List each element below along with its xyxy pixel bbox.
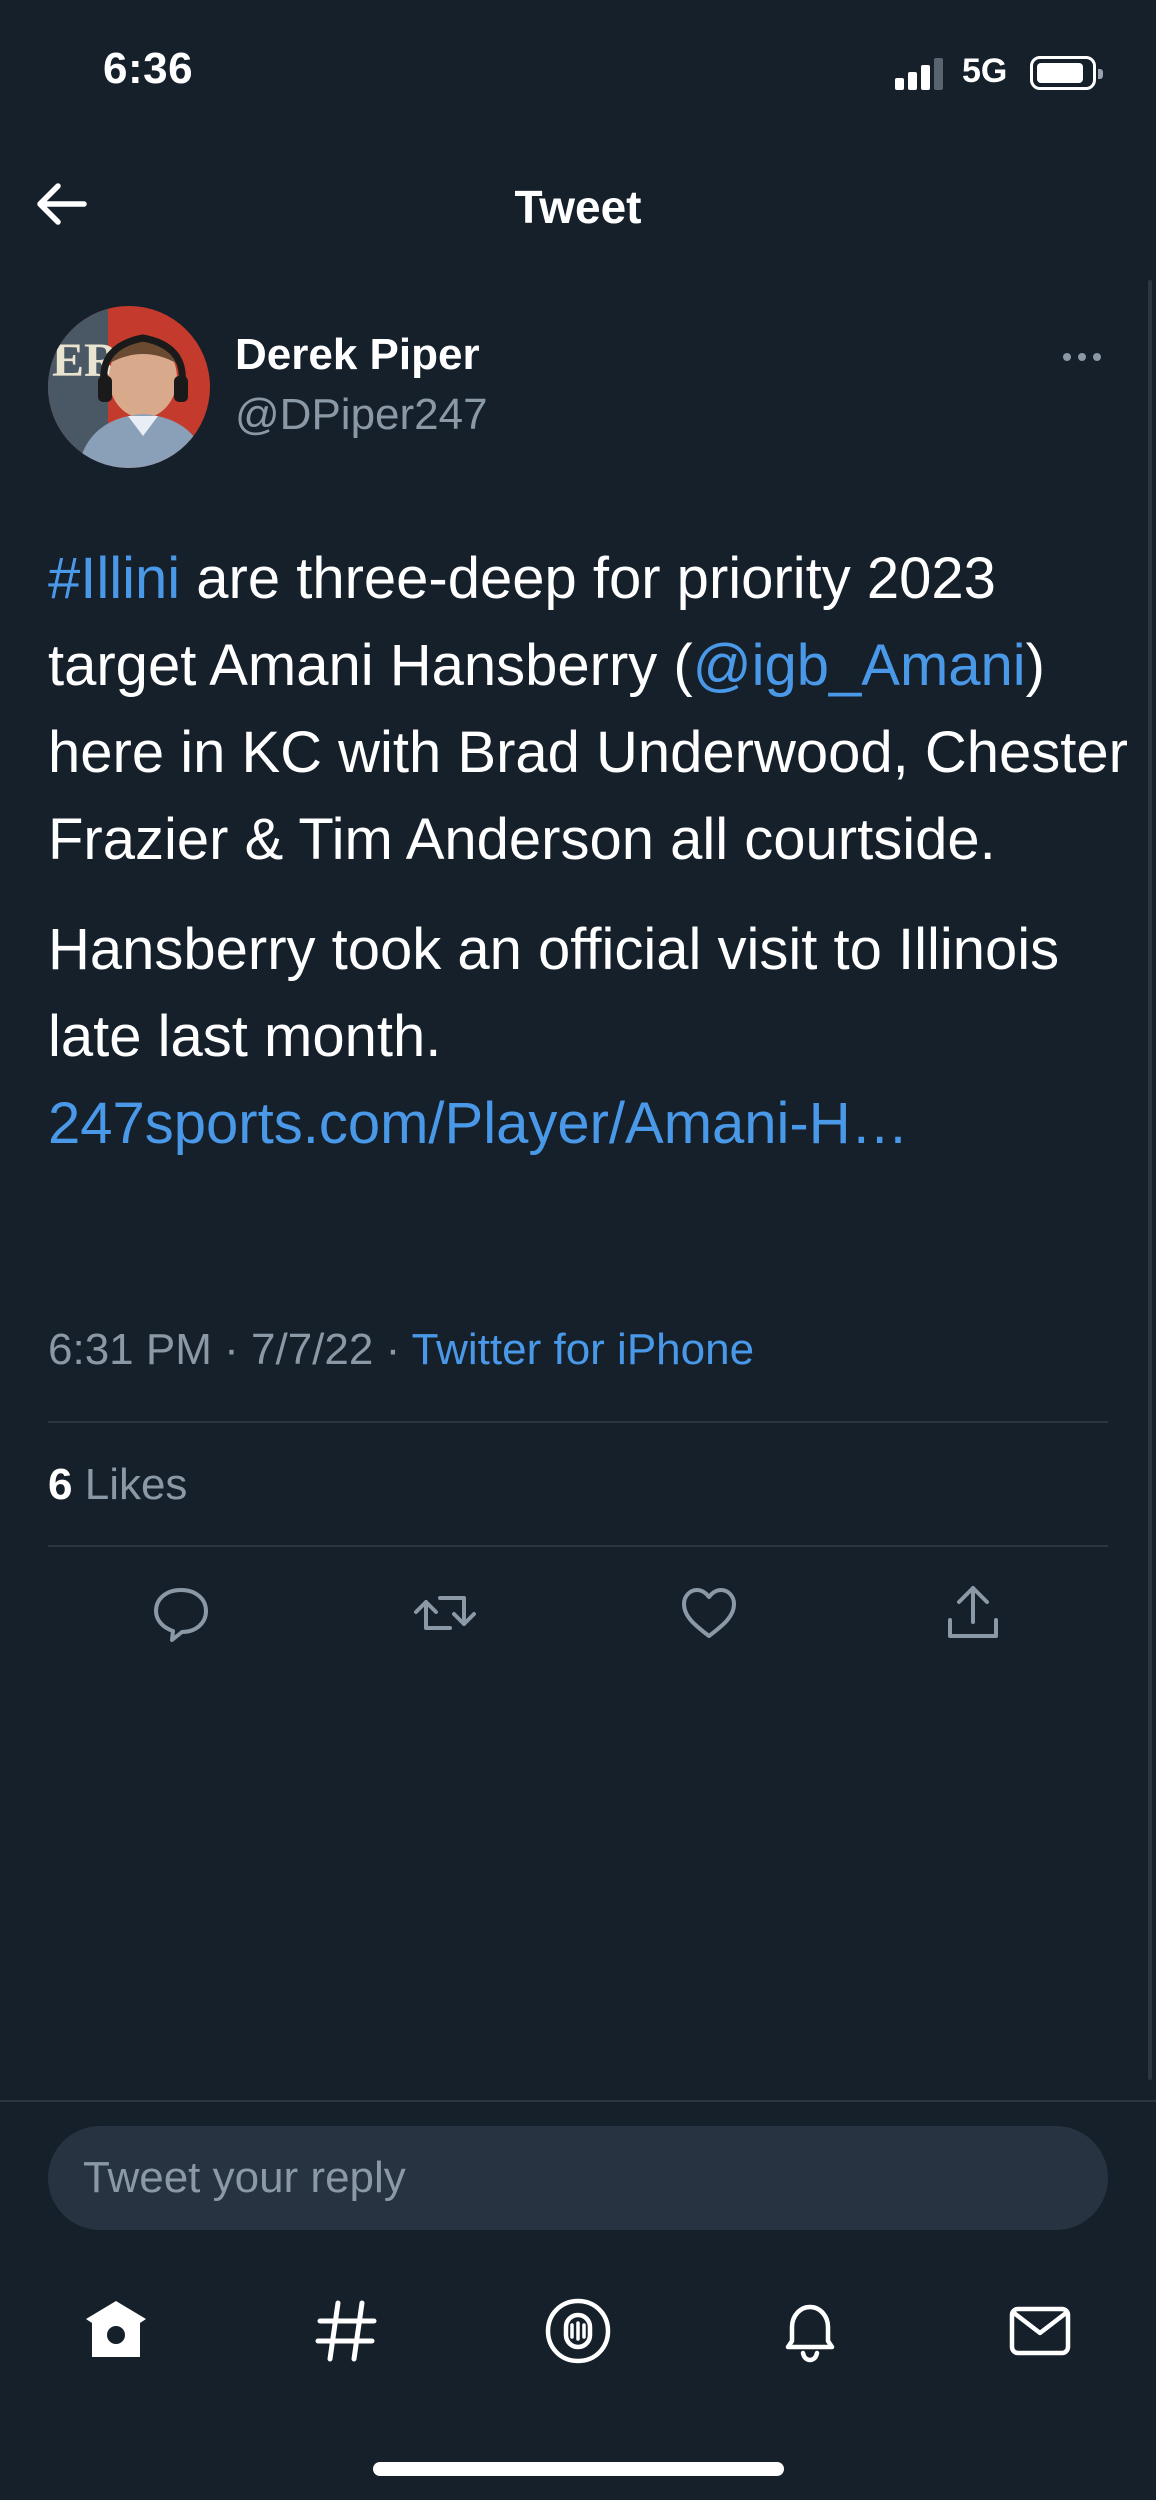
like-icon: [682, 1588, 736, 1638]
more-dot: [1093, 353, 1101, 361]
divider: [48, 1545, 1108, 1547]
reply-icon: [154, 1588, 208, 1642]
hashtag-link[interactable]: #Illini: [48, 546, 180, 611]
url-link[interactable]: 247sports.com/Player/Amani-H…: [48, 1091, 909, 1156]
notifications-icon: [785, 2304, 835, 2363]
home-icon: [86, 2301, 146, 2357]
share-button[interactable]: [940, 1580, 1006, 1646]
more-dot: [1078, 353, 1086, 361]
more-options-button[interactable]: [1055, 340, 1109, 374]
retweet-button[interactable]: [412, 1580, 478, 1646]
tweet-meta: 6:31 PM · 7/7/22 · Twitter for iPhone: [48, 1325, 754, 1375]
home-indicator[interactable]: [373, 2462, 784, 2476]
tab-spaces[interactable]: [542, 2295, 614, 2367]
tab-messages[interactable]: [1004, 2295, 1076, 2367]
reply-input[interactable]: [48, 2126, 1108, 2230]
share-icon: [948, 1586, 998, 1638]
tweet-time: 6:31 PM: [48, 1325, 212, 1374]
status-time: 6:36: [103, 44, 194, 93]
reply-button[interactable]: [148, 1580, 214, 1646]
scrollbar[interactable]: [1148, 280, 1152, 2080]
meta-separator: ·: [385, 1325, 401, 1374]
signal-icon: [895, 58, 947, 90]
messages-icon: [1009, 2306, 1071, 2356]
meta-separator: ·: [224, 1325, 239, 1374]
likes-number: 6: [48, 1460, 73, 1509]
more-dot: [1063, 353, 1071, 361]
tweet-date: 7/7/22: [251, 1325, 374, 1374]
tab-notifications[interactable]: [774, 2295, 846, 2367]
tweet-text-segment: Hansberry took an official visit to Illi…: [48, 917, 1060, 1069]
author-handle[interactable]: @DPiper247: [235, 390, 488, 440]
page-title: Tweet: [514, 181, 642, 233]
explore-icon: [315, 2300, 377, 2362]
top-nav: Tweet: [0, 150, 1156, 260]
like-button[interactable]: [676, 1580, 742, 1646]
tweet-text: #Illini are three-deep for priority 2023…: [48, 535, 1128, 1167]
likes-count[interactable]: 6 Likes: [48, 1460, 187, 1510]
likes-label: Likes: [84, 1460, 188, 1509]
retweet-icon: [414, 1596, 476, 1630]
author-name[interactable]: Derek Piper: [235, 330, 480, 380]
spaces-icon: [545, 2298, 611, 2364]
battery-icon: [1030, 56, 1103, 90]
avatar[interactable]: ER: [48, 306, 210, 468]
divider: [0, 2100, 1156, 2102]
tab-explore[interactable]: [310, 2295, 382, 2367]
divider: [48, 1421, 1108, 1423]
network-type: 5G: [962, 52, 1008, 90]
mention-link[interactable]: @igb_Amani: [693, 633, 1026, 698]
tweet-source-link[interactable]: Twitter for iPhone: [412, 1325, 754, 1374]
tweet-paragraph: Hansberry took an official visit to Illi…: [48, 906, 1128, 1167]
tab-home[interactable]: [80, 2295, 152, 2367]
tweet-paragraph: #Illini are three-deep for priority 2023…: [48, 535, 1128, 883]
status-bar: 6:36 5G: [0, 0, 1156, 140]
